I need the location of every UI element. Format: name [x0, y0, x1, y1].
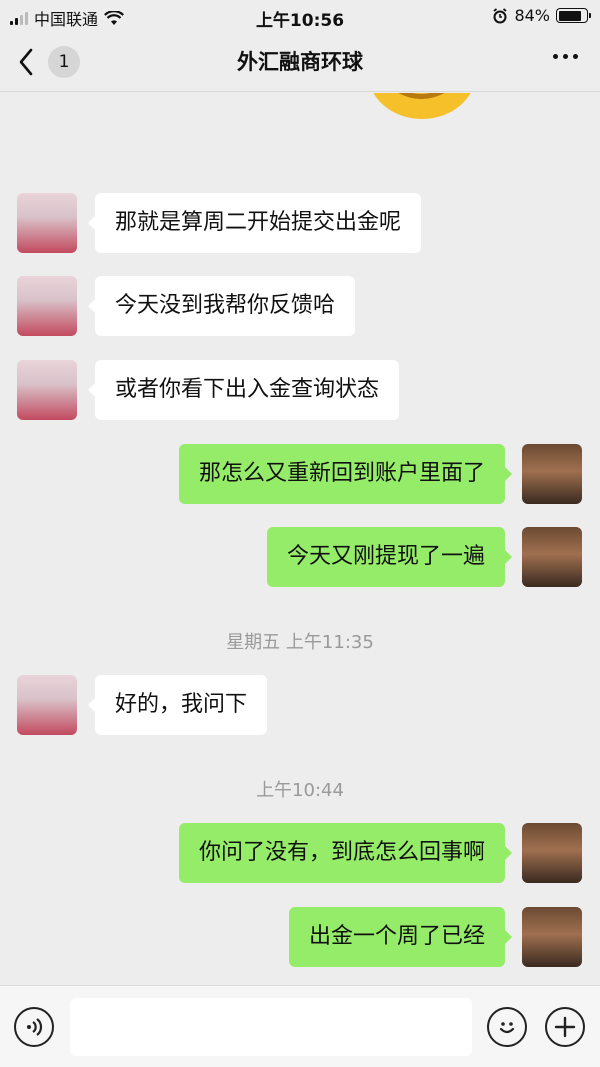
more-button[interactable] [553, 54, 578, 59]
incoming-message: 今天没到我帮你反馈哈 [0, 276, 600, 336]
more-functions-button[interactable] [545, 1007, 585, 1047]
timestamp: 星期五 上午11:35 [226, 632, 374, 653]
voice-icon [27, 1018, 43, 1036]
emoji-sticker-icon[interactable] [366, 93, 478, 125]
timestamp: 上午10:44 [256, 780, 344, 801]
chat-messages[interactable]: 那就是算周二开始提交出金呢 今天没到我帮你反馈哈 或者你看下出入金查询状态那怎么又重… [0, 93, 600, 985]
message-bubble[interactable]: 那就是算周二开始提交出金呢 [87, 193, 422, 253]
contact-avatar[interactable] [17, 675, 77, 735]
message-bubble[interactable]: 出金一个周了已经 [288, 907, 513, 967]
outgoing-message: 出金一个周了已经 [0, 907, 600, 967]
outgoing-message: 那怎么又重新回到账户里面了 [0, 444, 600, 504]
contact-avatar[interactable] [17, 276, 77, 336]
more-dot-icon [573, 54, 578, 59]
incoming-message: 好的，我问下 [0, 675, 600, 735]
more-dot-icon [563, 54, 568, 59]
smiley-icon [499, 1022, 515, 1034]
message-input[interactable] [70, 998, 472, 1056]
outgoing-message: 你问了没有，到底怎么回事啊 [0, 823, 600, 883]
battery-percent: 84% [514, 6, 550, 25]
more-dot-icon [553, 54, 558, 59]
incoming-message: 那就是算周二开始提交出金呢 [0, 193, 600, 253]
message-bubble[interactable]: 今天又刚提现了一遍 [266, 527, 513, 587]
message-bubble[interactable]: 或者你看下出入金查询状态 [87, 360, 400, 420]
status-right: 84% [492, 6, 591, 25]
message-bubble[interactable]: 好的，我问下 [87, 675, 268, 735]
contact-avatar[interactable] [17, 360, 77, 420]
input-bar [0, 985, 600, 1067]
plus-icon [554, 1016, 576, 1038]
contact-avatar[interactable] [17, 193, 77, 253]
battery-icon [556, 8, 591, 23]
incoming-message: 或者你看下出入金查询状态 [0, 360, 600, 420]
my-avatar[interactable] [522, 527, 582, 587]
alarm-icon [493, 7, 507, 23]
message-bubble[interactable]: 你问了没有，到底怎么回事啊 [178, 823, 513, 883]
my-avatar[interactable] [522, 444, 582, 504]
emoji-button[interactable] [487, 1007, 527, 1047]
my-avatar[interactable] [522, 823, 582, 883]
my-avatar[interactable] [522, 907, 582, 967]
outgoing-message: 今天又刚提现了一遍 [0, 527, 600, 587]
status-bar: 中国联通 上午10:56 84% [0, 0, 600, 32]
message-bubble[interactable]: 今天没到我帮你反馈哈 [87, 276, 356, 336]
chat-header: 1 外汇融商环球 [0, 32, 600, 92]
voice-button[interactable] [14, 1007, 54, 1047]
message-bubble[interactable]: 那怎么又重新回到账户里面了 [178, 444, 513, 504]
chat-title: 外汇融商环球 [237, 50, 363, 74]
